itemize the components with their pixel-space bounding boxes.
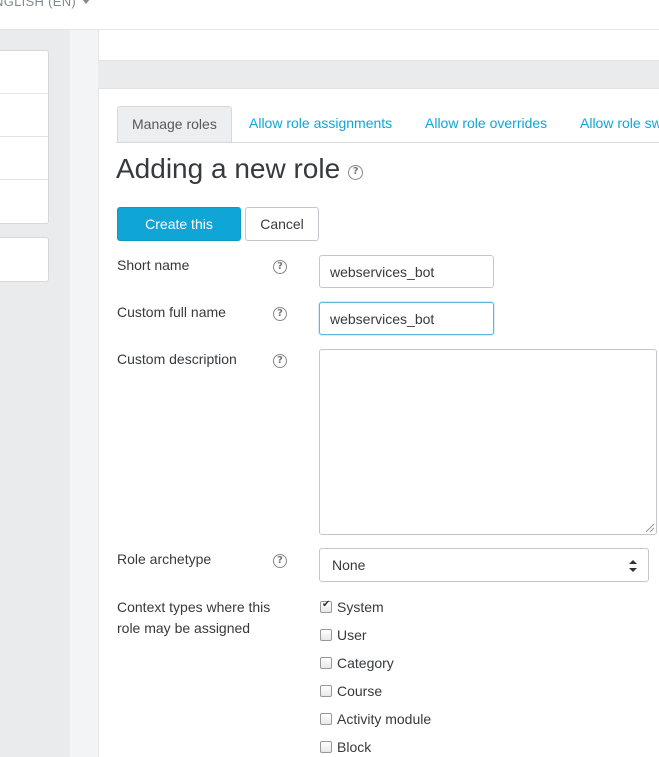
tab-manage-roles[interactable]: Manage roles [117,106,232,142]
sidebar-item[interactable] [0,94,48,137]
caret-down-icon[interactable] [82,0,91,4]
short-name-label: Short name [117,257,190,273]
sidebar-block-navigation [0,50,49,224]
context-option-label: Activity module [337,711,432,727]
checkbox[interactable] [320,629,332,641]
page-header-card [98,30,659,61]
language-label[interactable]: NGLISH (EN) [0,0,76,9]
context-option-user[interactable]: User [319,625,367,645]
context-option-label: Category [337,655,394,671]
sidebar-item[interactable] [0,137,48,180]
archetype-selected-value: None [332,557,366,573]
context-types-label-line1: Context types where this [117,599,271,615]
context-option-course[interactable]: Course [319,681,382,701]
full-name-label: Custom full name [117,304,226,320]
checkbox[interactable] [320,741,332,753]
create-role-button[interactable]: Create this role [117,207,241,264]
context-option-label: System [337,599,384,615]
tab-allow-role-overrides[interactable]: Allow role overrides [425,106,547,142]
tab-allow-role-assignments[interactable]: Allow role assignments [249,106,392,142]
checkbox-checked[interactable] [320,599,332,613]
page-title-text: Adding a new role [116,153,341,184]
checkbox[interactable] [320,657,332,669]
archetype-label: Role archetype [117,551,212,567]
checkbox[interactable] [320,685,332,697]
select-arrows-icon [629,560,637,572]
context-option-block[interactable]: Block [319,737,371,757]
context-option-label: User [337,627,367,643]
description-label: Custom description [117,351,237,367]
sidebar-item[interactable] [0,238,48,281]
sidebar-item[interactable] [0,51,48,94]
question-circle-icon[interactable]: ? [273,260,287,274]
tab-allow-role-switches[interactable]: Allow role sw [580,106,659,142]
context-option-category[interactable]: Category [319,653,394,673]
resize-grip-icon[interactable] [646,524,654,532]
language-menu[interactable]: NGLISH (EN) [0,0,91,9]
top-navbar: NGLISH (EN) [0,0,659,30]
context-types-label-line2: role may be assigned [117,620,251,636]
role-tabs: Manage roles Allow role assignments Allo… [116,106,659,143]
context-option-label: Course [337,683,383,699]
question-circle-icon[interactable]: ? [348,164,364,180]
archetype-select[interactable]: None [319,548,649,582]
context-option-label: Block [337,739,372,755]
left-sidebar [0,30,70,757]
description-textarea[interactable] [319,349,657,535]
question-circle-icon[interactable]: ? [273,354,287,368]
question-circle-icon[interactable]: ? [273,554,287,568]
question-circle-icon[interactable]: ? [273,307,287,321]
checkbox[interactable] [320,713,332,725]
context-option-system[interactable]: System [319,597,384,617]
full-name-input[interactable] [319,302,494,335]
context-option-activity-module[interactable]: Activity module [319,709,431,729]
page-title: Adding a new role ? [116,153,364,185]
page-gutter [70,30,98,757]
cancel-button[interactable]: Cancel [245,207,319,241]
context-types-label: Context types where this role may be ass… [117,597,270,639]
short-name-input[interactable] [319,255,494,288]
sidebar-block-settings [0,237,49,282]
sidebar-item[interactable] [0,180,48,223]
